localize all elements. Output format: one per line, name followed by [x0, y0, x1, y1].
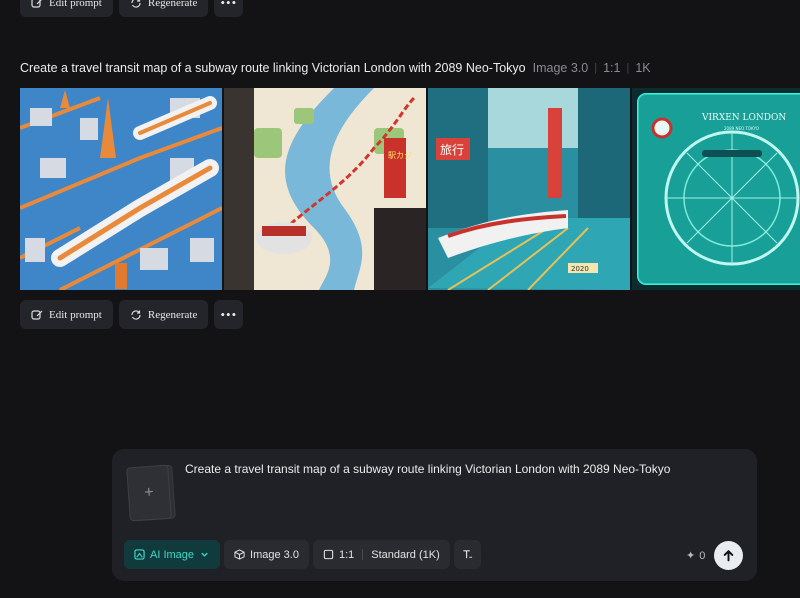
tile3-sign-text: 旅行: [440, 143, 464, 157]
tile3-badge-text: 2020: [571, 265, 589, 273]
arrow-up-icon: [723, 550, 734, 562]
refresh-icon: [131, 0, 141, 8]
model-selector[interactable]: Image 3.0: [224, 540, 309, 569]
generated-image-1[interactable]: [20, 88, 222, 290]
edit-icon: [31, 309, 43, 320]
ai-image-label: AI Image: [150, 548, 195, 561]
toolbar-divider: [362, 549, 364, 560]
aspect-ratio-icon: [323, 549, 334, 560]
more-options-button[interactable]: •••: [214, 0, 244, 17]
more-icon: •••: [220, 306, 238, 322]
tile2-sign-text: 駅カジ: [388, 151, 412, 160]
generation-prompt: Create a travel transit map of a subway …: [20, 61, 526, 75]
meta-divider: |: [594, 62, 598, 74]
text-format-icon: [463, 550, 472, 559]
quality-label: Standard (1K): [371, 548, 440, 561]
chevron-down-icon: [201, 552, 208, 557]
edit-icon: [31, 0, 42, 8]
regenerate-button[interactable]: Regenerate: [118, 300, 209, 329]
regenerate-label: Regenerate: [147, 0, 198, 9]
image-icon: [134, 549, 145, 560]
image-teal-street-train: 旅行 2020: [428, 88, 630, 290]
cube-icon: [234, 549, 245, 560]
generation-resolution: 1K: [635, 61, 651, 75]
image-isometric-train-city: [20, 88, 222, 290]
generation-ratio: 1:1: [603, 61, 621, 75]
image-actions-row: Edit prompt Regenerate •••: [20, 300, 244, 329]
edit-prompt-label: Edit prompt: [49, 308, 102, 321]
generated-image-4[interactable]: VIRXEN LONDON 2089 NEO TOKYO: [632, 88, 800, 290]
page: Edit prompt Regenerate ••• Create a trav…: [0, 0, 800, 598]
map-subtitle-text: 2089 NEO TOKYO: [724, 126, 759, 131]
prompt-composer: + Create a travel transit map of a subwa…: [112, 449, 757, 581]
refresh-icon: [131, 309, 141, 320]
credits-counter: ✦ 0: [686, 549, 706, 563]
map-title-text: VIRXEN LONDON: [701, 113, 786, 123]
sparkle-icon: ✦: [686, 550, 696, 562]
composer-toolbar: AI Image Image 3.0 1:1 Standard (1K): [124, 540, 481, 569]
generation-header: Create a travel transit map of a subway …: [20, 60, 651, 76]
previous-actions-row: Edit prompt Regenerate •••: [20, 0, 244, 17]
prompt-input[interactable]: Create a travel transit map of a subway …: [185, 462, 670, 476]
more-options-button[interactable]: •••: [214, 300, 244, 329]
generated-image-2[interactable]: 駅カジ: [224, 88, 426, 290]
reference-image-upload[interactable]: +: [126, 464, 176, 522]
regenerate-button[interactable]: Regenerate: [118, 0, 209, 17]
image-river-map-train: 駅カジ: [224, 88, 426, 290]
generation-model: Image 3.0: [532, 61, 589, 75]
model-label: Image 3.0: [250, 548, 299, 561]
regenerate-label: Regenerate: [147, 308, 198, 321]
more-icon: •••: [220, 0, 238, 10]
ratio-quality-selector[interactable]: 1:1 Standard (1K): [312, 540, 450, 569]
credits-value: 0: [699, 549, 706, 562]
text-style-button[interactable]: [453, 540, 481, 569]
edit-prompt-button[interactable]: Edit prompt: [20, 0, 113, 17]
edit-prompt-label: Edit prompt: [49, 0, 102, 9]
add-image-button[interactable]: +: [126, 464, 172, 522]
edit-prompt-button[interactable]: Edit prompt: [20, 300, 113, 329]
generated-image-3[interactable]: 旅行 2020: [428, 88, 630, 290]
meta-divider: |: [626, 62, 630, 74]
send-button[interactable]: [714, 541, 743, 570]
image-cyan-circular-map: VIRXEN LONDON 2089 NEO TOKYO: [632, 88, 800, 290]
ai-image-dropdown[interactable]: AI Image: [124, 540, 221, 569]
plus-icon: +: [143, 483, 155, 502]
generated-images: 駅カジ 旅行 2020 VIRXEN LONDON 2089 NEO TOKYO: [20, 88, 800, 290]
ratio-label: 1:1: [338, 548, 355, 561]
